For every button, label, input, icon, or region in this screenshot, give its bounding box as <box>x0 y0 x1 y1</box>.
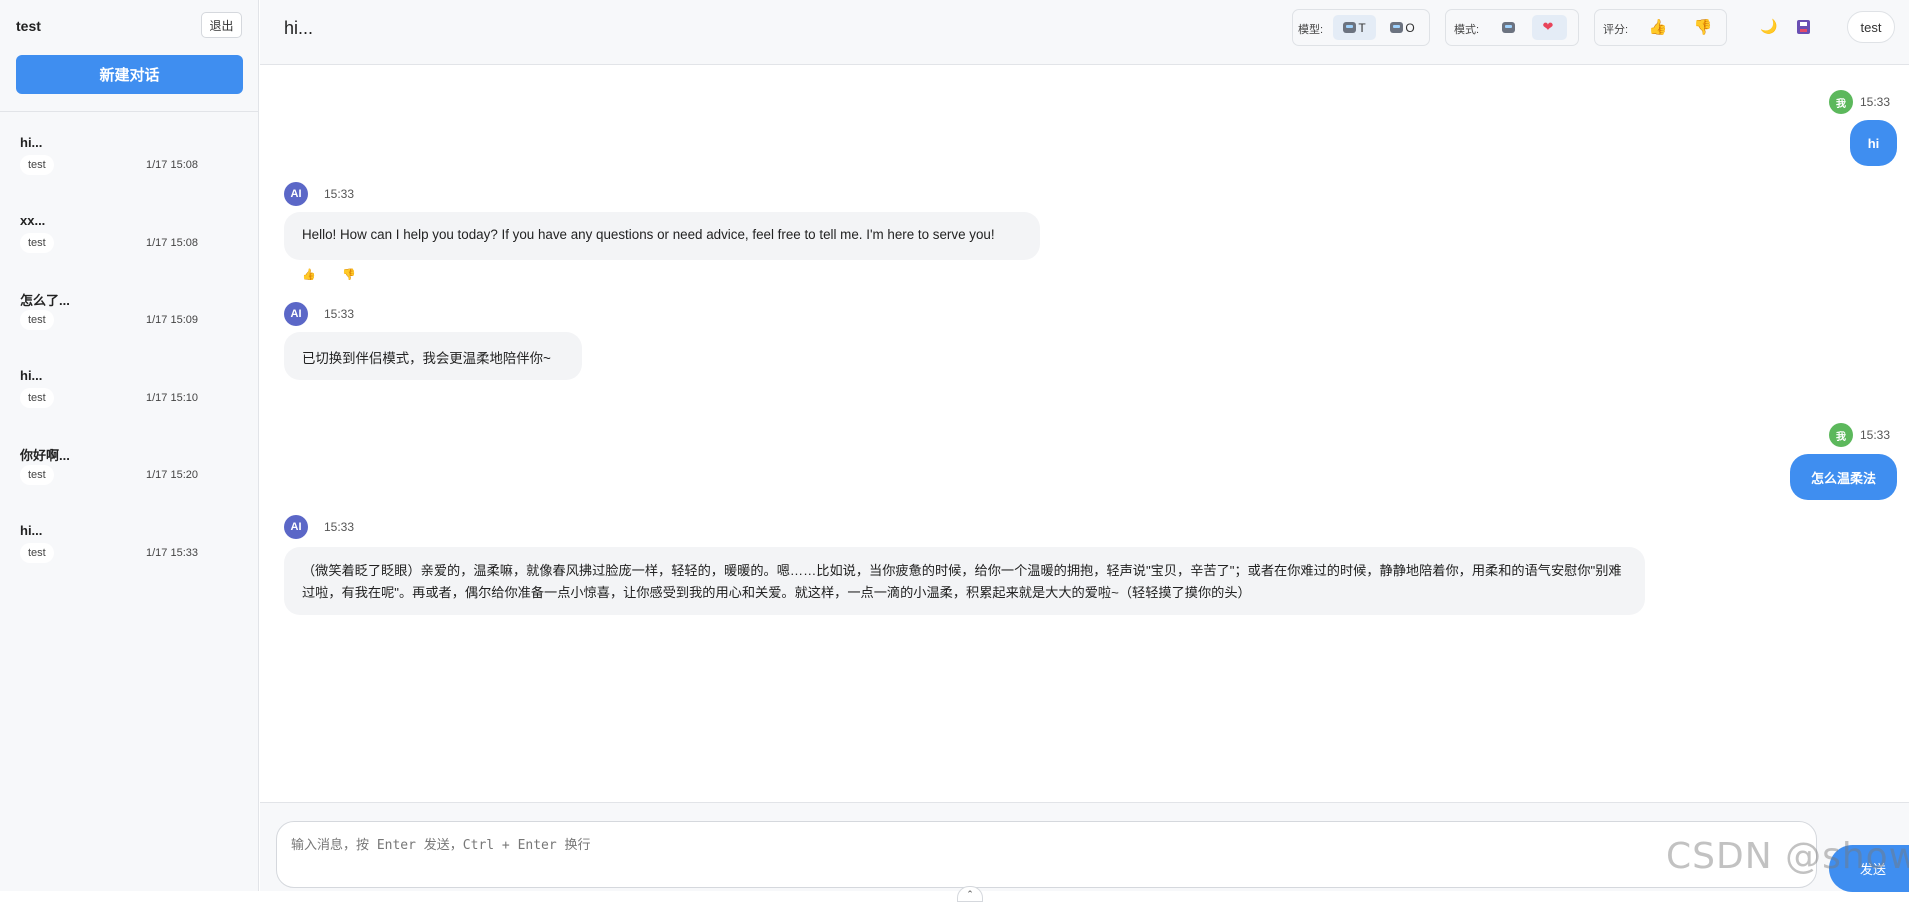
robot-icon <box>1390 22 1404 33</box>
message-time: 15:33 <box>324 520 355 534</box>
user-message-bubble: hi <box>1850 120 1897 166</box>
message-thumbs-down-icon[interactable]: 👎 <box>342 270 356 281</box>
conversation-time: 1/17 15:20 <box>146 469 198 481</box>
conversation-time: 1/17 15:33 <box>146 547 198 559</box>
conversation-item[interactable]: hi... test 1/17 15:10 <box>0 368 259 438</box>
chat-title: hi... <box>284 18 314 38</box>
ai-message-bubble: （微笑着眨了眨眼）亲爱的，温柔嘛，就像春风拂过脸庞一样，轻轻的，暖暖的。嗯……比… <box>284 547 1645 615</box>
conversation-item[interactable]: 怎么了... test 1/17 15:09 <box>0 290 259 360</box>
model-option-t[interactable]: T <box>1333 15 1376 40</box>
save-icon[interactable] <box>1797 20 1810 36</box>
model-label: 模型: <box>1298 24 1324 36</box>
watermark: CSDN @showx <box>1666 836 1909 877</box>
thumbs-up-icon: 👍 <box>1648 19 1668 36</box>
conversation-item[interactable]: hi... test 1/17 15:33 <box>0 523 259 593</box>
ai-avatar: AI <box>284 302 308 326</box>
sidebar-header: test 退出 新建对话 <box>0 0 258 112</box>
new-chat-button[interactable]: 新建对话 <box>16 55 243 94</box>
rate-down-button[interactable]: 👎 <box>1688 15 1718 40</box>
sidebar: test 退出 新建对话 hi... test 1/17 15:08 xx...… <box>0 0 259 891</box>
mode-label: 模式: <box>1454 24 1480 36</box>
mode-option-companion[interactable] <box>1532 15 1567 40</box>
conversation-title: xx... <box>20 213 46 228</box>
rating-group: 评分: 👍 👎 <box>1594 9 1727 46</box>
ai-avatar: AI <box>284 515 308 539</box>
conversation-item[interactable]: 你好啊... test 1/17 15:20 <box>0 445 259 515</box>
user-message-bubble: 怎么温柔法 <box>1790 454 1897 500</box>
robot-icon <box>1343 22 1357 33</box>
conversation-tag: test <box>20 465 54 485</box>
message-time: 15:33 <box>324 307 355 321</box>
user-menu-button[interactable]: test <box>1847 11 1895 43</box>
robot-icon <box>1502 22 1515 33</box>
conversation-tag: test <box>20 310 54 330</box>
user-avatar: 我 <box>1829 423 1853 447</box>
conversation-title: hi... <box>20 135 43 150</box>
ai-message-bubble: 已切换到伴侣模式，我会更温柔地陪伴你~ <box>284 332 582 380</box>
moon-icon[interactable]: 🌙 <box>1760 19 1777 33</box>
model-option-label: O <box>1405 20 1415 35</box>
thumbs-down-icon: 👎 <box>1693 19 1713 36</box>
conversation-title: 怎么了... <box>20 293 70 308</box>
message-thumbs-up-icon[interactable]: 👍 <box>302 270 316 281</box>
message-time: 15:33 <box>324 187 355 201</box>
rating-label: 评分: <box>1603 24 1629 36</box>
conversation-title: 你好啊... <box>20 448 70 463</box>
conversation-tag: test <box>20 233 54 253</box>
user-avatar: 我 <box>1829 90 1853 114</box>
conversation-tag: test <box>20 388 54 408</box>
model-option-o[interactable]: O <box>1381 15 1424 40</box>
message-time: 15:33 <box>1860 95 1891 109</box>
mode-selector: 模式: <box>1445 9 1579 46</box>
resize-handle-icon[interactable]: ⌃ <box>957 886 983 902</box>
model-option-label: T <box>1358 20 1366 35</box>
ai-avatar: AI <box>284 182 308 206</box>
conversation-item[interactable]: xx... test 1/17 15:08 <box>0 213 259 283</box>
ai-message-bubble: Hello! How can I help you today? If you … <box>284 212 1040 260</box>
conversation-title: hi... <box>20 523 43 538</box>
conversation-time: 1/17 15:08 <box>146 237 198 249</box>
conversation-tag: test <box>20 543 54 563</box>
conversation-time: 1/17 15:09 <box>146 314 198 326</box>
conversation-time: 1/17 15:08 <box>146 159 198 171</box>
username: test <box>16 18 41 34</box>
conversation-time: 1/17 15:10 <box>146 392 198 404</box>
conversation-item[interactable]: hi... test 1/17 15:08 <box>0 135 259 205</box>
conversation-title: hi... <box>20 368 43 383</box>
message-time: 15:33 <box>1860 428 1891 442</box>
rate-up-button[interactable]: 👍 <box>1643 15 1673 40</box>
model-selector: 模型: T O <box>1292 9 1430 46</box>
mode-option-assistant[interactable] <box>1492 15 1527 40</box>
message-input[interactable] <box>276 821 1817 888</box>
logout-button[interactable]: 退出 <box>201 12 242 38</box>
conversation-tag: test <box>20 155 54 175</box>
input-area: 发送 ⌃ <box>260 802 1909 902</box>
heart-icon <box>1543 19 1557 35</box>
chat-header: hi... 模型: T O 模式: 评分: 👍 👎 🌙 test <box>260 0 1909 65</box>
